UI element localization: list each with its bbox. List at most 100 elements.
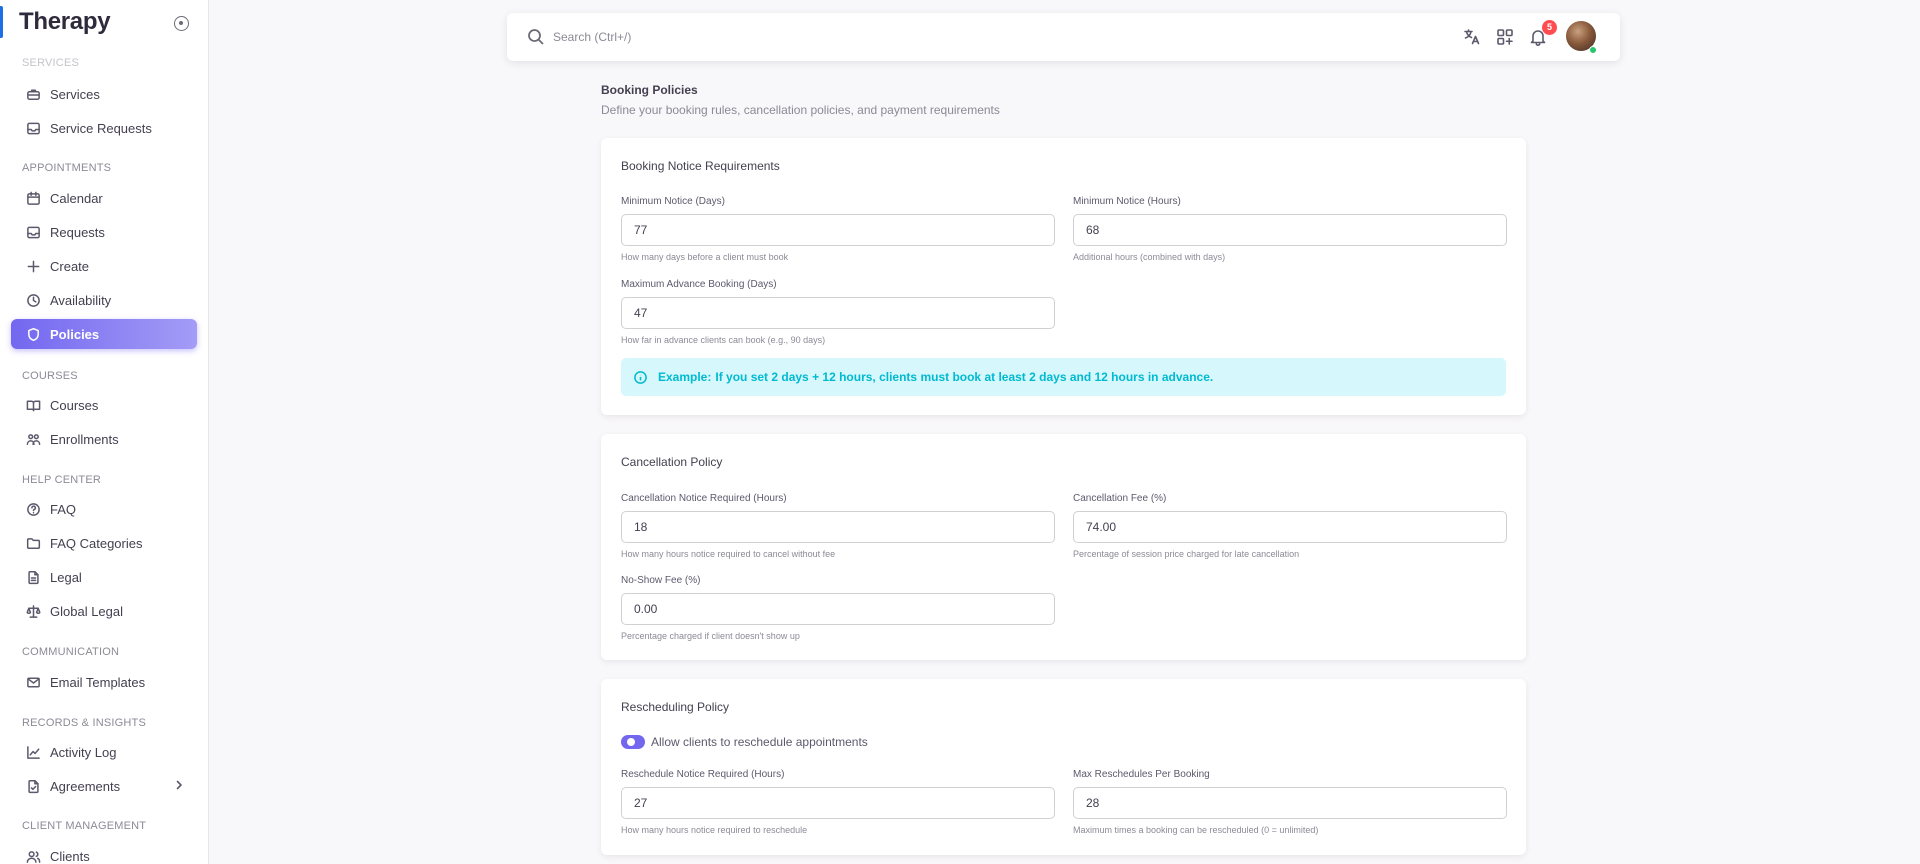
reschedule-notice-input[interactable] bbox=[621, 787, 1055, 819]
search-input[interactable] bbox=[553, 25, 1053, 49]
page-title: Booking Policies bbox=[601, 83, 698, 97]
file-text-icon bbox=[26, 570, 41, 585]
cancellation-policy-card: Cancellation Policy Cancellation Notice … bbox=[601, 434, 1526, 660]
sidebar-item-email-templates[interactable]: Email Templates bbox=[11, 667, 197, 697]
max-reschedules-field: Max Reschedules Per Booking Maximum time… bbox=[1073, 769, 1507, 835]
sidebar-item-clients[interactable]: Clients bbox=[11, 841, 197, 864]
sidebar: Therapy SERVICES Services Service Reques… bbox=[0, 0, 209, 864]
cancellation-fee-input[interactable] bbox=[1073, 511, 1507, 543]
app-title[interactable]: Therapy bbox=[19, 8, 111, 36]
sidebar-item-label: Activity Log bbox=[50, 744, 117, 760]
section-help-center: HELP CENTER bbox=[22, 474, 102, 486]
field-label: Max Reschedules Per Booking bbox=[1073, 769, 1210, 780]
field-help: How far in advance clients can book (e.g… bbox=[621, 335, 826, 345]
sidebar-item-services[interactable]: Services bbox=[11, 79, 197, 109]
section-courses: COURSES bbox=[22, 370, 78, 382]
brand-accent-bar bbox=[0, 6, 3, 38]
sidebar-item-label: Enrollments bbox=[50, 431, 119, 447]
sidebar-item-service-requests[interactable]: Service Requests bbox=[11, 113, 197, 143]
sidebar-item-enrollments[interactable]: Enrollments bbox=[11, 424, 197, 454]
cancellation-notice-input[interactable] bbox=[621, 511, 1055, 543]
mail-icon bbox=[26, 675, 41, 690]
sidebar-item-label: Create bbox=[50, 258, 90, 274]
sidebar-item-label: Availability bbox=[50, 292, 112, 308]
apps-grid-icon[interactable] bbox=[1495, 27, 1515, 47]
field-label: Minimum Notice (Hours) bbox=[1073, 196, 1181, 207]
allow-reschedule-toggle[interactable] bbox=[621, 735, 645, 749]
field-help: How many hours notice required to cancel… bbox=[621, 549, 836, 559]
sidebar-item-legal[interactable]: Legal bbox=[11, 562, 197, 592]
field-label: Maximum Advance Booking (Days) bbox=[621, 279, 777, 290]
sidebar-item-availability[interactable]: Availability bbox=[11, 285, 197, 315]
example-info-alert: Example: If you set 2 days + 12 hours, c… bbox=[621, 358, 1506, 396]
max-reschedules-input[interactable] bbox=[1073, 787, 1507, 819]
sidebar-toggle-icon[interactable] bbox=[174, 16, 189, 31]
folder-icon bbox=[26, 536, 41, 551]
sidebar-item-calendar[interactable]: Calendar bbox=[11, 183, 197, 213]
field-help: Additional hours (combined with days) bbox=[1073, 252, 1226, 262]
sidebar-item-label: Clients bbox=[50, 848, 90, 864]
section-client-management: CLIENT MANAGEMENT bbox=[22, 820, 147, 832]
clock-icon bbox=[26, 293, 41, 308]
no-show-fee-field: No-Show Fee (%) Percentage charged if cl… bbox=[621, 575, 1055, 641]
field-help: Percentage of session price charged for … bbox=[1073, 549, 1300, 559]
max-advance-booking-input[interactable] bbox=[621, 297, 1055, 329]
sidebar-item-label: Legal bbox=[50, 569, 82, 585]
plus-icon bbox=[26, 259, 41, 274]
sidebar-item-label: Calendar bbox=[50, 190, 103, 206]
inbox-icon bbox=[26, 225, 41, 240]
sidebar-item-requests[interactable]: Requests bbox=[11, 217, 197, 247]
no-show-fee-input[interactable] bbox=[621, 593, 1055, 625]
max-advance-booking-field: Maximum Advance Booking (Days) How far i… bbox=[621, 279, 1055, 345]
field-label: Reschedule Notice Required (Hours) bbox=[621, 769, 785, 780]
shield-icon bbox=[26, 327, 41, 342]
sidebar-item-faq[interactable]: FAQ bbox=[11, 494, 197, 524]
sidebar-item-label: Policies bbox=[50, 326, 100, 342]
section-communication: COMMUNICATION bbox=[22, 646, 120, 658]
scale-icon bbox=[26, 604, 41, 619]
chevron-right-icon bbox=[173, 779, 185, 794]
users-group-icon bbox=[26, 432, 41, 447]
field-label: Cancellation Notice Required (Hours) bbox=[621, 493, 787, 504]
top-navbar: 5 bbox=[507, 13, 1620, 61]
field-label: No-Show Fee (%) bbox=[621, 575, 701, 586]
min-notice-hours-input[interactable] bbox=[1073, 214, 1507, 246]
search-icon[interactable] bbox=[527, 28, 545, 46]
sidebar-item-label: Services bbox=[50, 86, 100, 102]
sidebar-item-agreements[interactable]: Agreements bbox=[11, 771, 197, 801]
field-help: Maximum times a booking can be reschedul… bbox=[1073, 825, 1319, 835]
sidebar-item-label: Global Legal bbox=[50, 603, 123, 619]
users-icon bbox=[26, 849, 41, 864]
alert-text: If you set 2 days + 12 hours, clients mu… bbox=[715, 370, 1214, 384]
allow-reschedule-row: Allow clients to reschedule appointments bbox=[621, 735, 868, 749]
card-title: Cancellation Policy bbox=[621, 455, 723, 469]
sidebar-item-policies[interactable]: Policies bbox=[11, 319, 197, 349]
sidebar-item-label: Email Templates bbox=[50, 674, 146, 690]
field-help: Percentage charged if client doesn't sho… bbox=[621, 631, 800, 641]
card-title: Rescheduling Policy bbox=[621, 700, 730, 714]
rescheduling-policy-card: Rescheduling Policy Allow clients to res… bbox=[601, 679, 1526, 855]
section-records-insights: RECORDS & INSIGHTS bbox=[22, 717, 147, 729]
field-label: Minimum Notice (Days) bbox=[621, 196, 725, 207]
sidebar-item-faq-categories[interactable]: FAQ Categories bbox=[11, 528, 197, 558]
sidebar-item-courses[interactable]: Courses bbox=[11, 390, 197, 420]
sidebar-item-label: Courses bbox=[50, 397, 99, 413]
card-title: Booking Notice Requirements bbox=[621, 159, 780, 173]
info-icon bbox=[633, 370, 648, 385]
inbox-icon bbox=[26, 121, 41, 136]
alert-label: Example: bbox=[658, 370, 712, 384]
sidebar-item-label: Agreements bbox=[50, 778, 121, 794]
sidebar-item-create[interactable]: Create bbox=[11, 251, 197, 281]
sidebar-item-activity-log[interactable]: Activity Log bbox=[11, 737, 197, 767]
translate-icon[interactable] bbox=[1462, 27, 1482, 47]
briefcase-icon bbox=[26, 87, 41, 102]
file-check-icon bbox=[26, 779, 41, 794]
section-appointments: APPOINTMENTS bbox=[22, 162, 112, 174]
brand: Therapy bbox=[0, 6, 208, 38]
online-status-dot bbox=[1589, 46, 1597, 54]
field-help: How many hours notice required to resche… bbox=[621, 825, 808, 835]
help-circle-icon bbox=[26, 502, 41, 517]
min-notice-days-input[interactable] bbox=[621, 214, 1055, 246]
sidebar-item-global-legal[interactable]: Global Legal bbox=[11, 596, 197, 626]
sidebar-item-label: Service Requests bbox=[50, 120, 152, 136]
